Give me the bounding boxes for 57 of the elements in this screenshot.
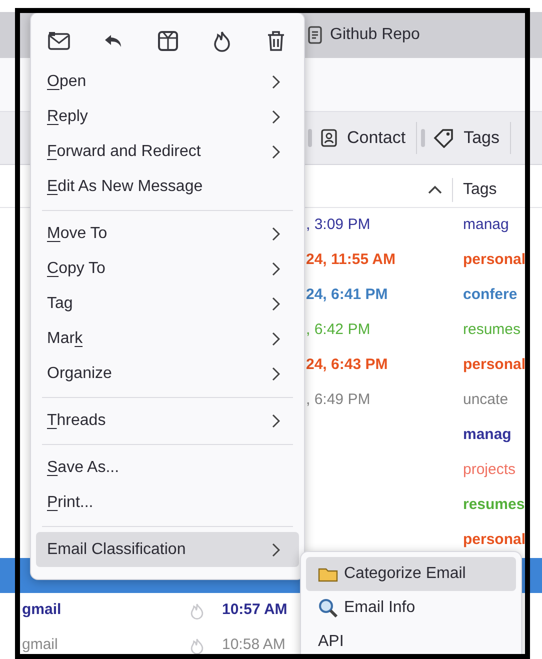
- tag-cell: manag: [463, 216, 509, 234]
- magnifier-icon: [318, 598, 338, 618]
- date-cell: 24, 6:43 PM: [306, 356, 388, 374]
- tag-cell: resumes: [463, 496, 525, 514]
- chevron-right-icon: [272, 542, 280, 556]
- menu-item[interactable]: Email Classification: [36, 532, 299, 567]
- menu-item[interactable]: Mark: [36, 321, 299, 356]
- tag-cell: uncate: [463, 391, 508, 408]
- filter-button[interactable]: Contact: [320, 122, 417, 154]
- menu-item[interactable]: Forward and Redirect: [36, 134, 299, 169]
- tag-icon: [432, 128, 455, 148]
- chevron-right-icon: [272, 414, 280, 428]
- tag-cell: confere: [463, 286, 518, 304]
- chevron-right-icon: [272, 226, 280, 240]
- date-cell: , 6:42 PM: [306, 321, 370, 338]
- tag-cell: personal: [463, 531, 526, 548]
- menu-item[interactable]: Open: [36, 64, 299, 99]
- menu-item[interactable]: Reply: [36, 99, 299, 134]
- chevron-right-icon: [272, 110, 280, 124]
- menu-item[interactable]: Tag: [36, 286, 299, 321]
- menu-item[interactable]: Save As...: [36, 450, 299, 485]
- menu-item[interactable]: Threads: [36, 403, 299, 438]
- menu-item[interactable]: Move To: [36, 216, 299, 251]
- chevron-right-icon: [272, 296, 280, 310]
- flame-icon[interactable]: [190, 636, 204, 654]
- sender-cell: gmail: [22, 601, 62, 618]
- tag-cell: personal: [463, 251, 526, 268]
- submenu-item[interactable]: API: [306, 625, 516, 659]
- column-heading[interactable]: Tags: [452, 178, 497, 202]
- document-icon: [308, 26, 322, 44]
- chevron-right-icon: [272, 74, 280, 88]
- contact-card-icon: [320, 129, 338, 147]
- tag-cell: projects: [463, 461, 516, 478]
- tag-cell: manag: [463, 426, 512, 444]
- date-cell: , 6:49 PM: [306, 391, 370, 408]
- menu-item[interactable]: Organize: [36, 356, 299, 391]
- tag-cell: personal: [463, 356, 526, 374]
- tab[interactable]: Github Repo: [306, 12, 422, 58]
- tag-cell: resumes: [463, 321, 521, 338]
- menu-item[interactable]: Print...: [36, 485, 299, 520]
- submenu-item[interactable]: Email Info: [306, 591, 516, 625]
- date-cell: 24, 11:55 AM: [306, 251, 396, 268]
- menu-item[interactable]: Copy To: [36, 251, 299, 286]
- date-cell: 10:57 AM: [222, 601, 288, 618]
- date-cell: , 3:09 PM: [306, 216, 370, 234]
- chevron-right-icon: [272, 332, 280, 346]
- chevron-right-icon: [272, 144, 280, 158]
- chevron-right-icon: [272, 262, 280, 276]
- filter-button[interactable]: Tags: [432, 122, 511, 154]
- date-cell: 24, 6:41 PM: [306, 286, 388, 304]
- sender-cell: gmail: [22, 636, 58, 654]
- menu-item[interactable]: Edit As New Message: [36, 169, 299, 204]
- date-cell: 10:58 AM: [222, 636, 286, 654]
- chevron-right-icon: [272, 366, 280, 380]
- submenu-item[interactable]: Categorize Email: [306, 557, 516, 591]
- sort-ascending-icon[interactable]: [428, 185, 442, 194]
- folder-icon: [318, 566, 338, 582]
